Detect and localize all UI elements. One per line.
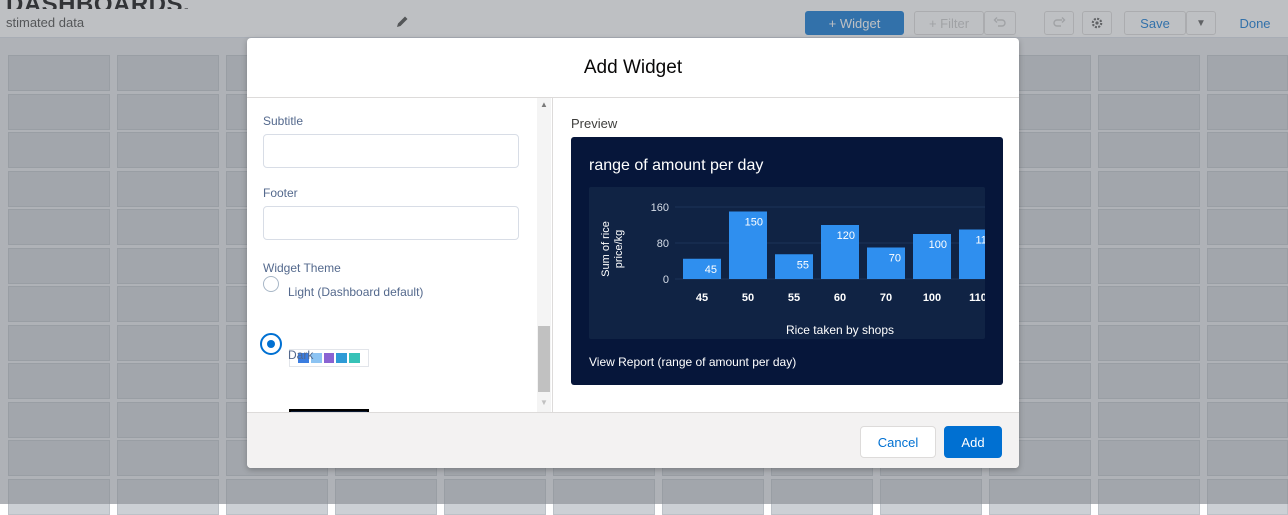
subtitle-input[interactable] [263, 134, 519, 168]
theme-light-label: Light (Dashboard default) [288, 285, 424, 299]
y-tick-label: 80 [657, 238, 669, 250]
modal-footer: Cancel Add [247, 412, 1019, 468]
view-report-link[interactable]: View Report (range of amount per day) [589, 355, 796, 369]
scroll-up-icon[interactable]: ▲ [540, 100, 548, 109]
modal-title: Add Widget [583, 56, 683, 78]
x-tick-label: 70 [880, 292, 892, 304]
widget-config-panel: Subtitle Footer Widget Theme Light (Dash… [247, 98, 553, 412]
x-tick-label: 110 [969, 292, 985, 304]
config-scrollbar[interactable]: ▲ ▼ [537, 98, 551, 412]
y-axis-title: Sum of riceprice/kg [600, 221, 625, 277]
theme-dark-label: Dark [288, 348, 314, 362]
x-axis-title: Rice taken by shops [786, 323, 894, 337]
x-tick-label: 45 [696, 292, 708, 304]
widget-title: range of amount per day [589, 157, 764, 174]
bar-data-label: 100 [929, 239, 947, 251]
x-tick-label: 50 [742, 292, 754, 304]
modal-header: Add Widget [247, 38, 1019, 98]
x-tick-label: 60 [834, 292, 846, 304]
bar-chart: 0 80 160 45 45 150 50 55 55 120 60 70 70 100 100 110 110… [600, 202, 985, 337]
y-axis-title-line: Sum of rice [600, 221, 612, 277]
cancel-button[interactable]: Cancel [860, 426, 936, 458]
bar-data-label: 55 [797, 259, 809, 271]
preview-panel: Preview range of amount per day 0 80 160 45… [553, 98, 1019, 412]
subtitle-label: Subtitle [263, 114, 304, 128]
add-button[interactable]: Add [944, 426, 1002, 458]
bar-data-label: 110 [975, 235, 985, 247]
y-tick-label: 160 [651, 202, 669, 214]
y-axis-title-line: price/kg [613, 230, 625, 269]
preview-label: Preview [571, 116, 618, 131]
footer-input[interactable] [263, 206, 519, 240]
swatch-color [349, 353, 360, 363]
x-tick-label: 55 [788, 292, 800, 304]
theme-light-radio[interactable] [263, 276, 279, 292]
bar-data-label: 120 [837, 230, 855, 242]
y-tick-label: 0 [663, 274, 669, 286]
add-widget-modal: Add Widget Subtitle Footer Widget Theme … [247, 38, 1019, 468]
swatch-color [336, 353, 348, 363]
scrollbar-thumb[interactable] [538, 326, 550, 392]
bar-data-label: 70 [889, 253, 901, 265]
x-tick-label: 100 [923, 292, 941, 304]
scroll-down-icon[interactable]: ▼ [540, 398, 548, 407]
bar-data-label: 150 [745, 217, 763, 229]
footer-label: Footer [263, 186, 298, 200]
theme-dark-radio[interactable] [260, 333, 282, 355]
bar-data-label: 45 [705, 264, 717, 276]
widget-preview-card: range of amount per day 0 80 160 45 45 150 50 5… [571, 137, 1003, 385]
widget-theme-label: Widget Theme [263, 261, 341, 275]
swatch-color [323, 353, 335, 363]
radio-selected-dot [267, 340, 275, 348]
